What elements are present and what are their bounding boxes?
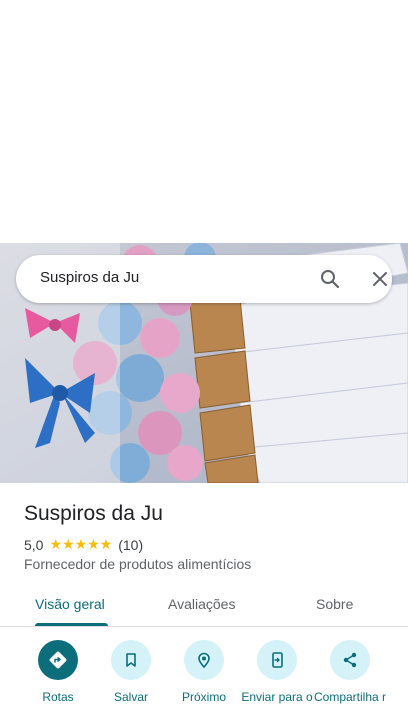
- send-to-phone-icon: [257, 640, 297, 680]
- place-title: Suspiros da Ju: [24, 502, 163, 525]
- search-bar[interactable]: Suspiros da Ju: [16, 255, 392, 303]
- review-count: (10): [118, 536, 144, 553]
- share-button[interactable]: Compartilha r: [310, 640, 390, 704]
- tab-reviews[interactable]: Avaliações: [168, 596, 235, 612]
- map-area-blank: [0, 0, 408, 243]
- action-bar: Rotas Salvar Próximo Enviar para o Compa…: [0, 640, 408, 726]
- send-to-phone-button[interactable]: Enviar para o: [237, 640, 317, 704]
- share-label: Compartilha r: [313, 690, 387, 704]
- search-icon[interactable]: [318, 267, 342, 291]
- nearby-label: Próximo: [181, 690, 226, 704]
- place-tabs: Visão geral Avaliações Sobre: [0, 586, 408, 627]
- bookmark-icon: [111, 640, 151, 680]
- tab-indicator: [35, 623, 108, 626]
- save-label: Salvar: [113, 690, 148, 704]
- directions-label: Rotas: [42, 690, 74, 704]
- rating-row[interactable]: 5,0 ★★★★★ (10): [24, 536, 143, 553]
- place-category: Fornecedor de produtos alimentícios: [24, 556, 252, 572]
- nearby-icon: [184, 640, 224, 680]
- close-icon[interactable]: [368, 267, 392, 291]
- nearby-button[interactable]: Próximo: [164, 640, 244, 704]
- tab-about[interactable]: Sobre: [316, 596, 353, 612]
- search-input[interactable]: Suspiros da Ju: [40, 269, 139, 286]
- directions-icon: [38, 640, 78, 680]
- directions-button[interactable]: Rotas: [18, 640, 98, 704]
- tab-overview[interactable]: Visão geral: [35, 596, 105, 612]
- star-rating-icon: ★★★★★: [49, 536, 113, 552]
- send-to-phone-label: Enviar para o: [241, 690, 313, 704]
- rating-value: 5,0: [24, 536, 44, 553]
- share-icon: [330, 640, 370, 680]
- save-button[interactable]: Salvar: [91, 640, 171, 704]
